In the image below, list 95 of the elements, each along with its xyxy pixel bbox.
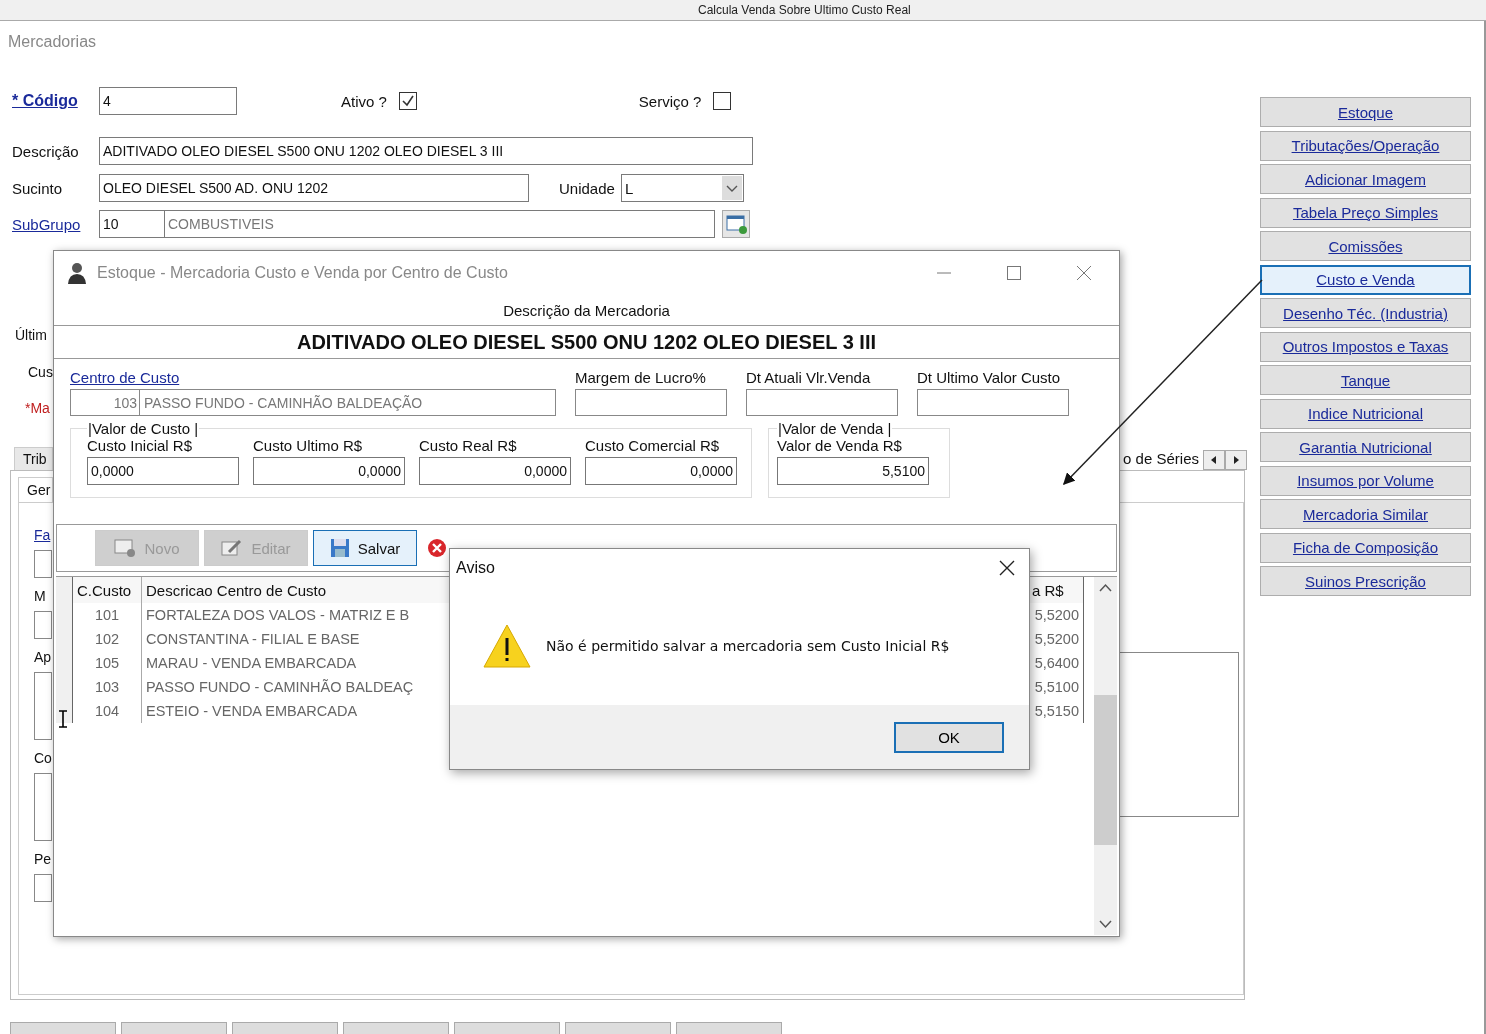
side-button[interactable]: Tanque — [1260, 365, 1471, 395]
field-label: Últim — [14, 327, 47, 345]
product-description: ADITIVADO OLEO DIESEL S500 ONU 1202 OLEO DIESEL 3 III — [54, 326, 1119, 359]
description-label: Descrição — [12, 142, 80, 160]
dialog-title: Aviso — [456, 559, 495, 577]
value-field[interactable]: 0,0000 — [87, 457, 239, 485]
description-field[interactable]: ADITIVADO OLEO DIESEL S500 ONU 1202 OLEO DIESEL 3 III — [99, 137, 753, 165]
delete-icon[interactable] — [427, 538, 447, 558]
ok-button[interactable]: OK — [894, 721, 1004, 753]
side-button[interactable]: Desenho Téc. (Industria) — [1260, 298, 1471, 328]
field-label: Custo Inicial R$ — [87, 437, 194, 456]
service-checkbox[interactable] — [713, 92, 732, 110]
side-button[interactable]: Insumos por Volume — [1260, 465, 1471, 496]
side-button[interactable]: Adicionar Imagem — [1260, 164, 1471, 194]
tab-scroll-arrows-icon[interactable] — [1203, 450, 1247, 470]
memo-field[interactable] — [34, 672, 52, 740]
tab[interactable]: Trib — [14, 447, 53, 470]
top-bar-text: Calcula Venda Sobre Ultimo Custo Real — [698, 3, 911, 17]
side-button[interactable]: Indice Nutricional — [1260, 398, 1471, 429]
code-field[interactable]: 4 — [99, 87, 237, 115]
input-field[interactable] — [34, 874, 52, 902]
subgroup-code-field[interactable]: 10 — [99, 210, 165, 238]
alert-message: Não é permitido salvar a mercadoria sem Custo Inicial R$ — [546, 638, 950, 654]
row-header[interactable] — [56, 699, 73, 723]
active-label: Ativo ? — [341, 92, 387, 110]
window-add-icon[interactable] — [722, 210, 750, 238]
maximize-icon[interactable] — [1006, 265, 1022, 281]
warning-icon — [482, 623, 532, 669]
side-button[interactable]: Outros Impostos e Taxas — [1260, 331, 1471, 362]
subgroup-name-field: COMBUSTIVEIS — [165, 210, 715, 238]
input-field[interactable] — [575, 389, 727, 416]
side-button[interactable]: Tabela Preço Simples — [1260, 197, 1471, 228]
text-cursor-icon — [58, 710, 68, 728]
field-label: Valor de Venda R$ — [777, 437, 903, 456]
side-button[interactable]: Custo e Venda — [1260, 264, 1471, 295]
table-cell: 105 — [73, 651, 142, 675]
window-add-icon — [114, 538, 137, 558]
value-field[interactable]: 0,0000 — [253, 457, 405, 485]
caret-icon — [721, 176, 742, 200]
row-header[interactable] — [56, 577, 73, 603]
service-label: Serviço ? — [638, 92, 702, 110]
field-label: Co — [34, 750, 52, 768]
short-name-field[interactable]: OLEO DIESEL S500 AD. ONU 1202 — [99, 174, 529, 202]
input-field[interactable] — [34, 611, 52, 639]
field-label: *Ma — [24, 400, 50, 418]
field-label: M — [34, 588, 46, 606]
user-icon — [67, 262, 87, 284]
active-checkbox[interactable] — [398, 92, 417, 110]
cost-center-link[interactable]: Centro de Custo — [70, 369, 180, 389]
field-label: Ap — [34, 649, 52, 667]
form-title: Mercadorias — [7, 32, 98, 52]
value-field[interactable]: 5,5100 — [777, 457, 929, 485]
side-button[interactable]: Comissões — [1260, 231, 1471, 261]
save-icon — [329, 538, 350, 558]
window-title: Estoque - Mercadoria Custo e Venda por Centro de Custo — [97, 264, 508, 282]
input-field[interactable] — [746, 389, 898, 416]
column-header[interactable]: a R$ — [1028, 577, 1084, 603]
field-label: Custo Comercial R$ — [585, 437, 721, 456]
table-cell: 102 — [73, 627, 142, 651]
save-button[interactable]: Salvar — [313, 530, 417, 566]
memo-field[interactable] — [34, 773, 52, 841]
group-title: |Valor de Custo | — [87, 420, 200, 437]
field-label: Custo Ultimo R$ — [253, 437, 364, 456]
side-button[interactable]: Tributações/Operação — [1260, 130, 1471, 161]
unit-label: Unidade — [559, 179, 615, 197]
field-label: Dt Ultimo Valor Custo — [917, 369, 1062, 388]
input-field[interactable] — [917, 389, 1069, 416]
field-label: Dt Atuali Vlr.Venda — [746, 369, 872, 388]
value-field[interactable]: 0,0000 — [419, 457, 571, 485]
side-button[interactable]: Suinos Prescrição — [1260, 566, 1471, 596]
caption: Descrição da Mercadoria — [54, 295, 1119, 326]
field-label: Custo Real R$ — [419, 437, 518, 456]
unit-dropdown[interactable]: L — [620, 174, 744, 202]
value-field[interactable]: 0,0000 — [585, 457, 737, 485]
side-button[interactable]: Ficha de Composição — [1260, 532, 1471, 563]
field-label: Pe — [34, 851, 52, 869]
short-name-label: Sucinto — [12, 179, 64, 197]
tab[interactable]: o de Séries — [1123, 447, 1203, 470]
table-cell: 104 — [73, 699, 142, 723]
side-button[interactable]: Estoque — [1260, 97, 1471, 127]
column-header[interactable]: C.Custo — [73, 577, 142, 603]
input-field[interactable] — [34, 550, 52, 578]
field-label: Cus — [27, 364, 53, 382]
side-button[interactable]: Garantia Nutricional — [1260, 432, 1471, 462]
pencil-icon — [221, 538, 244, 558]
side-button[interactable]: Mercadoria Similar — [1260, 499, 1471, 529]
table-cell: 103 — [73, 675, 142, 699]
field-link[interactable]: Fa — [34, 527, 51, 547]
scroll-bar[interactable] — [1094, 577, 1117, 935]
code-link[interactable]: * Código — [12, 92, 99, 110]
field-label: Margem de Lucro% — [575, 369, 707, 388]
table-cell: 101 — [73, 603, 142, 627]
close-icon[interactable] — [999, 560, 1015, 576]
group-title: |Valor de Venda | — [777, 420, 893, 437]
subgroup-link[interactable]: SubGrupo — [12, 215, 99, 233]
